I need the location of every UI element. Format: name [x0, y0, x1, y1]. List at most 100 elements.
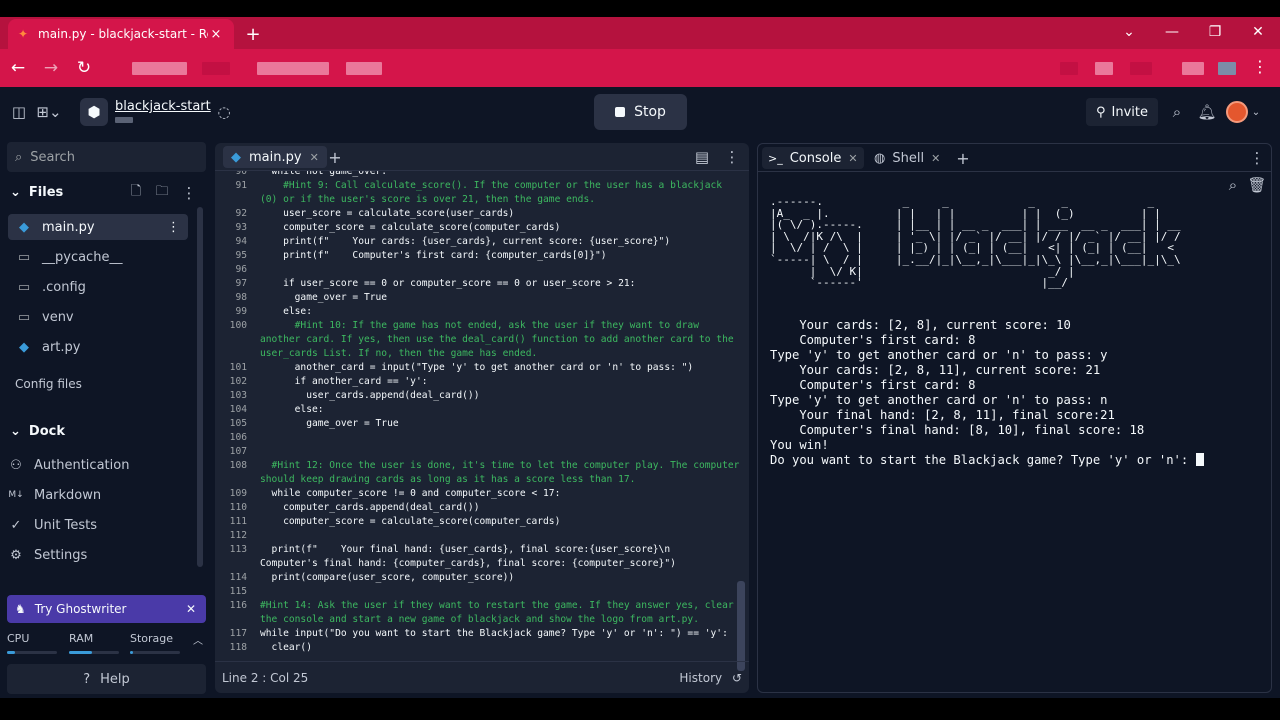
history-button[interactable]: History ↺	[679, 671, 742, 685]
close-icon[interactable]: ✕	[186, 602, 196, 616]
code-line[interactable]: 104 else:	[215, 403, 749, 417]
code-line[interactable]: 100 #Hint 10: If the game has not ended,…	[215, 319, 749, 333]
folder-pycache[interactable]: ▭ __pycache__	[8, 244, 188, 270]
folder-venv[interactable]: ▭ venv	[8, 304, 188, 330]
new-file-icon[interactable]: 🗋︎	[128, 184, 144, 201]
browser-tab[interactable]: ✦ main.py - blackjack-start - Replit ×	[8, 19, 234, 49]
restore-icon[interactable]: ❐	[1194, 17, 1236, 47]
code-line[interactable]: 98 game_over = True	[215, 291, 749, 305]
reload-icon[interactable]: ↻	[69, 53, 99, 83]
code-line[interactable]: 99 else:	[215, 305, 749, 319]
tab-shell[interactable]: ◍ Shell ✕	[868, 147, 946, 169]
code-line[interactable]: 91 #Hint 9: Call calculate_score(). If t…	[215, 179, 749, 193]
console-menu-icon[interactable]: ⋮	[1250, 149, 1265, 167]
files-menu-icon[interactable]: ⋮	[182, 184, 197, 202]
code-line[interactable]: 110 computer_cards.append(deal_card())	[215, 501, 749, 515]
code-line[interactable]: 95 print(f" Computer's first card: {comp…	[215, 249, 749, 263]
code-area[interactable]: 90 while not game_over: 91 #Hint 9: Call …	[215, 171, 749, 661]
search-input[interactable]: ⌕ Search	[7, 142, 206, 172]
new-tab-button[interactable]: +	[238, 19, 268, 49]
stop-button[interactable]: Stop	[594, 94, 687, 130]
code-line[interactable]: 112	[215, 529, 749, 543]
code-line[interactable]: 90 while not game_over:	[215, 171, 749, 179]
code-line[interactable]: 103 user_cards.append(deal_card())	[215, 389, 749, 403]
folder-config[interactable]: ▭ .config	[8, 274, 188, 300]
code-line[interactable]: Computer's final hand: {computer_cards},…	[215, 557, 749, 571]
back-icon[interactable]: ←	[3, 53, 33, 83]
code-line[interactable]: 118 clear()	[215, 641, 749, 655]
sidebar-toggle-icon[interactable]: ◫	[10, 102, 28, 122]
files-header[interactable]: ⌄ Files	[10, 185, 63, 200]
chevron-up-icon[interactable]: ︿	[191, 632, 205, 647]
code-line[interactable]: 116 #Hint 14: Ask the user if they want t…	[215, 599, 749, 613]
editor-menu-icon[interactable]: ⋮	[723, 148, 741, 166]
repl-logo-icon[interactable]: ⬢	[80, 98, 108, 126]
code-line[interactable]: 107	[215, 445, 749, 459]
editor-scrollbar[interactable]	[737, 581, 745, 671]
code-line[interactable]: 96	[215, 263, 749, 277]
close-icon[interactable]: ✕	[848, 152, 857, 165]
code-line[interactable]: should keep drawing cards as long as it …	[215, 473, 749, 487]
code-line[interactable]: 109 while computer_score != 0 and comput…	[215, 487, 749, 501]
repl-name[interactable]: blackjack-start	[115, 99, 211, 114]
close-icon[interactable]: ✕	[310, 151, 319, 164]
layout-menu-icon[interactable]: ⊞⌄	[34, 102, 64, 122]
code-line[interactable]: 106	[215, 431, 749, 445]
tab-search-icon[interactable]: ⌄	[1108, 17, 1150, 47]
code-line[interactable]: 114 print(compare(user_score, computer_s…	[215, 571, 749, 585]
code-line[interactable]: 113 print(f" Your final hand: {user_card…	[215, 543, 749, 557]
help-button[interactable]: ? Help	[7, 664, 206, 694]
avatar[interactable]	[1226, 101, 1248, 123]
tab-main-py[interactable]: ◆ main.py ✕	[223, 146, 327, 168]
add-tab-icon[interactable]: +	[953, 148, 973, 168]
code-line[interactable]: 94 print(f" Your cards: {user_cards}, cu…	[215, 235, 749, 249]
code-line[interactable]: 101 another_card = input("Type 'y' to ge…	[215, 361, 749, 375]
code-line[interactable]: 108 #Hint 12: Once the user is done, it'…	[215, 459, 749, 473]
dock-item-markdown[interactable]: M↓ Markdown	[8, 482, 198, 508]
code-line[interactable]: 93 computer_score = calculate_score(comp…	[215, 221, 749, 235]
tab-console[interactable]: >_ Console ✕	[762, 147, 864, 169]
address-bar[interactable]	[120, 56, 1240, 80]
minimize-icon[interactable]: —	[1151, 17, 1193, 47]
file-art-py[interactable]: ◆ art.py	[8, 334, 188, 360]
config-files-label[interactable]: Config files	[15, 377, 82, 391]
code-text: another_card = input("Type 'y' to get an…	[260, 362, 694, 373]
close-icon[interactable]: ✕	[931, 152, 940, 165]
file-main-py[interactable]: ◆ main.py ⋮	[8, 214, 188, 240]
bell-icon[interactable]: 🔔︎	[1197, 102, 1216, 122]
close-tab-icon[interactable]: ×	[208, 27, 224, 42]
chevron-down-icon[interactable]: ⌄	[1250, 102, 1262, 122]
try-ghostwriter-button[interactable]: ♞ Try Ghostwriter ✕	[7, 595, 206, 623]
file-menu-icon[interactable]: ⋮	[167, 220, 180, 235]
trash-icon[interactable]: 🗑︎	[1247, 176, 1266, 194]
forward-icon[interactable]: →	[36, 53, 66, 83]
new-folder-icon[interactable]: 🗀︎	[154, 184, 170, 201]
text-cursor[interactable]	[1195, 453, 1204, 466]
sidebar-scrollbar[interactable]	[197, 207, 203, 567]
dock-item-settings[interactable]: ⚙ Settings	[8, 542, 198, 568]
code-line[interactable]: the console and start a new game of blac…	[215, 613, 749, 627]
code-line[interactable]: (0) or if the user's score is over 21, t…	[215, 193, 749, 207]
dock-header[interactable]: ⌄ Dock	[10, 424, 65, 439]
format-icon[interactable]: ▤	[693, 148, 711, 166]
code-line[interactable]: another card. If yes, then use the deal_…	[215, 333, 749, 347]
dock-item-unit-tests[interactable]: ✓ Unit Tests	[8, 512, 198, 538]
dock-item-authentication[interactable]: ⚇ Authentication	[8, 452, 198, 478]
code-line[interactable]: 117 while input("Do you want to start the…	[215, 627, 749, 641]
add-tab-icon[interactable]: +	[325, 147, 345, 167]
code-line[interactable]: 111 computer_score = calculate_score(com…	[215, 515, 749, 529]
code-line[interactable]: 97 if user_score == 0 or computer_score …	[215, 277, 749, 291]
browser-menu-icon[interactable]: ⋮	[1252, 57, 1268, 76]
code-line[interactable]: 105 game_over = True	[215, 417, 749, 431]
code-text: print(f" Your final hand: {user_cards}, …	[260, 544, 671, 555]
invite-button[interactable]: ⚲ Invite	[1086, 98, 1158, 126]
console-line-text: Computer's final hand: [8, 10], final sc…	[770, 423, 1145, 437]
search-icon[interactable]: ⌕	[1224, 176, 1242, 194]
code-line[interactable]: 102 if another_card == 'y':	[215, 375, 749, 389]
code-line[interactable]: 92 user_score = calculate_score(user_car…	[215, 207, 749, 221]
code-line[interactable]: 115	[215, 585, 749, 599]
code-line[interactable]: user_cards List. If no, then the game ha…	[215, 347, 749, 361]
search-icon[interactable]: ⌕	[1168, 102, 1186, 122]
history-icon: ↺	[731, 670, 742, 685]
window-close-icon[interactable]: ✕	[1237, 17, 1279, 47]
